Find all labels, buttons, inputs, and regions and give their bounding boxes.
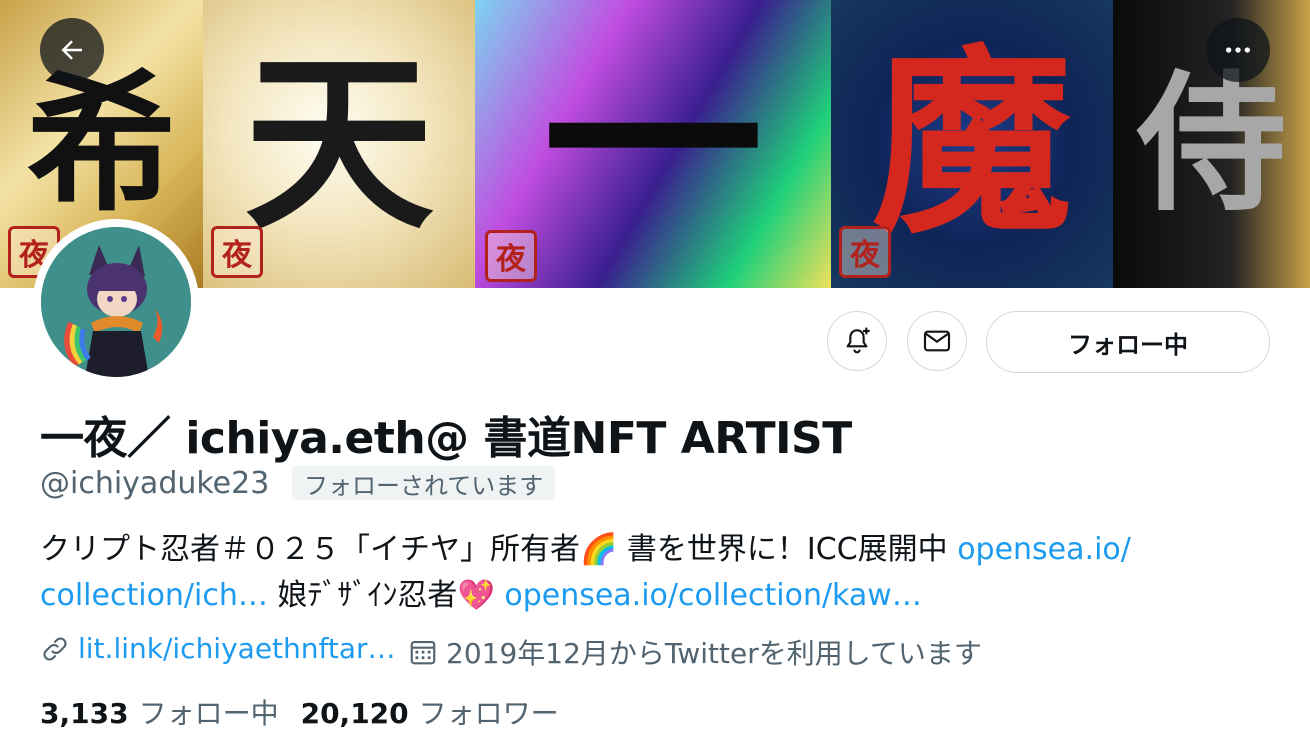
bio-link-opensea-1-cont[interactable]: collection/ich… <box>40 578 268 613</box>
bio-link-opensea-2[interactable]: opensea.io/collection/kaw… <box>504 578 921 613</box>
user-handle: @ichiyaduke23 <box>40 466 270 501</box>
back-button[interactable] <box>40 18 104 82</box>
bio-text: クリプト忍者＃０２５「イチヤ」所有者 <box>40 532 580 567</box>
arrow-left-icon <box>61 40 82 60</box>
banner-panel-4: 魔 夜 <box>831 0 1113 288</box>
banner-kanji: 侍 <box>1136 56 1287 232</box>
following-count-link[interactable]: 3,133 フォロー中 <box>40 692 279 732</box>
bio-link-opensea-1[interactable]: opensea.io/ <box>957 532 1131 567</box>
bell-plus-icon <box>846 327 870 354</box>
banner-kanji: 魔 <box>871 26 1072 261</box>
joined-text: 2019年12月からTwitterを利用しています <box>446 637 982 670</box>
message-button[interactable] <box>907 311 967 371</box>
profile-website: lit.link/ichiyaethnftar… <box>40 632 396 665</box>
bio-text: 書を世界に！ICC展開中 <box>617 532 958 567</box>
followers-count-link[interactable]: 20,120 フォロワー <box>301 692 559 732</box>
link-icon <box>43 636 67 661</box>
following-count: 3,133 <box>40 697 129 730</box>
banner-kanji: 一 <box>542 14 763 273</box>
bio-line-1: クリプト忍者＃０２５「イチヤ」所有者🌈 書を世界に！ICC展開中 opensea… <box>40 524 1280 576</box>
envelope-icon <box>923 330 951 352</box>
profile-banner[interactable]: 希 夜 天 夜 一 夜 魔 夜 侍 <box>0 0 1310 288</box>
more-horizontal-icon <box>1226 47 1250 53</box>
profile-joined-date: 2019年12月からTwitterを利用しています <box>408 632 982 672</box>
notification-toggle-button[interactable] <box>827 311 887 371</box>
following-label: フォロー中 <box>138 697 279 730</box>
banner-panel-2: 天 夜 <box>203 0 475 288</box>
more-options-button[interactable] <box>1206 18 1270 82</box>
follow-stats: 3,133 フォロー中 20,120 フォロワー <box>40 692 581 732</box>
sparkling-heart-emoji: 💖 <box>457 578 495 613</box>
banner-kanji: 希 <box>26 56 177 232</box>
display-name: 一夜／ ichiya.eth@ 書道NFT ARTIST <box>40 413 852 464</box>
bio-line-2: collection/ich… 娘ﾃﾞｻﾞｲﾝ忍者💖 opensea.io/co… <box>40 570 1280 622</box>
follows-you-badge: フォローされています <box>292 466 556 500</box>
seal-stamp: 夜 <box>211 226 263 278</box>
avatar[interactable] <box>33 219 199 385</box>
followers-count: 20,120 <box>300 697 409 730</box>
banner-panel-3: 一 夜 <box>475 0 831 288</box>
following-button[interactable]: フォロー中 <box>986 311 1270 373</box>
website-link[interactable]: lit.link/ichiyaethnftar… <box>78 632 396 665</box>
seal-stamp: 夜 <box>485 230 537 282</box>
seal-stamp: 夜 <box>839 226 891 278</box>
avatar-image <box>41 227 191 377</box>
calendar-icon <box>410 640 436 665</box>
rainbow-emoji: 🌈 <box>580 532 618 567</box>
banner-kanji: 天 <box>243 32 434 255</box>
followers-label: フォロワー <box>418 697 559 730</box>
bio-text: 娘ﾃﾞｻﾞｲﾝ忍者 <box>267 578 458 613</box>
